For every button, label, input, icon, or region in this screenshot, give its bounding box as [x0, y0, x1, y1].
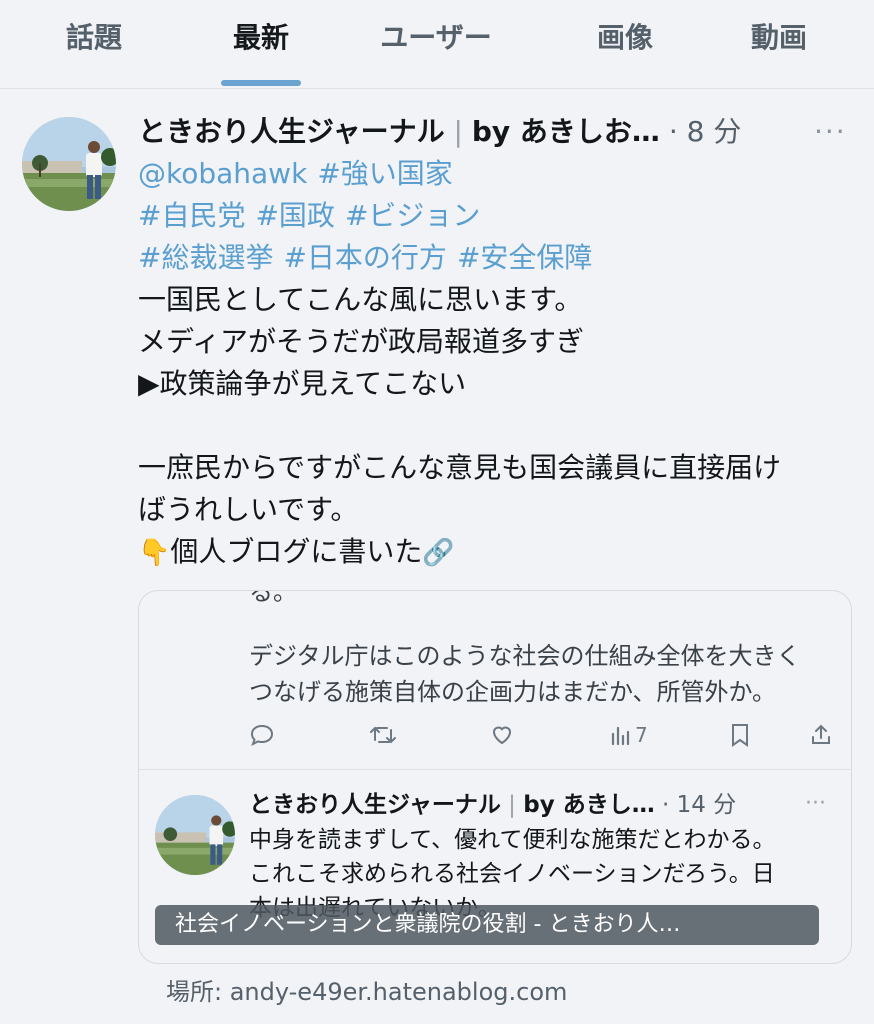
tweet-text-line: 👇個人ブログに書いた🔗 [138, 532, 455, 573]
hashtag-link[interactable]: #安全保障 [457, 241, 592, 274]
card-text-line: つなげる施策自体の企画力はまだか、所管外か。 [249, 678, 777, 706]
time-dot: · [668, 115, 678, 148]
tweet-text-line: 一庶民からですがこんな意見も国会議員に直接届け [138, 451, 782, 484]
hashtag-link[interactable]: #自民党 [138, 199, 245, 232]
reply-header: ときおり人生ジャーナル | by あきし… · 14 分 [249, 789, 736, 821]
tweet-text-line: メディアがそうだが政局報道多すぎ [138, 325, 585, 358]
more-options-icon[interactable]: ··· [814, 118, 847, 146]
views-icon [611, 726, 630, 746]
reply-text-line: これこそ求められる社会イノベーションだろう。日 [249, 861, 775, 887]
tab-videos[interactable]: 動画 [729, 20, 829, 56]
link-icon: 🔗 [422, 538, 455, 568]
hashtag-line: @kobahawk #強い国家 [138, 154, 463, 194]
author-byline[interactable]: by あきしお… [472, 115, 660, 148]
hashtag-line: #総裁選挙 #日本の行方 #安全保障 [138, 238, 602, 278]
reply-text-line: 中身を読まずして、優れて便利な施策だとわかる。 [249, 827, 776, 853]
bookmark-icon[interactable] [729, 721, 751, 749]
name-separator: | [508, 792, 516, 818]
reply-time[interactable]: 14 分 [677, 792, 737, 818]
card-divider [139, 769, 851, 770]
card-source-domain[interactable]: 場所: andy-e49er.hatenablog.com [166, 975, 567, 1009]
card-text-line: デジタル庁はこのような社会の仕組み全体を大きく [249, 642, 801, 670]
pointing-down-icon: 👇 [138, 538, 171, 568]
quoted-card[interactable]: る。 デジタル庁はこのような社会の仕組み全体を大きく つなげる施策自体の企画力は… [138, 590, 852, 964]
avatar[interactable] [22, 117, 116, 211]
author-name[interactable]: ときおり人生ジャーナル [138, 115, 445, 148]
hashtag-line: #自民党 #国政 #ビジョン [138, 196, 490, 236]
views-counter[interactable]: 7 [609, 721, 648, 749]
hashtag-link[interactable]: #強い国家 [317, 157, 452, 190]
hashtag-link[interactable]: #国政 [255, 199, 334, 232]
tweet-time[interactable]: 8 分 [687, 115, 742, 148]
share-icon[interactable] [809, 721, 833, 749]
tab-users[interactable]: ユーザー [366, 20, 506, 56]
tab-latest[interactable]: 最新 [211, 20, 311, 56]
retweet-icon[interactable] [369, 721, 397, 749]
tweet-text-line: ばうれしいです。 [138, 493, 359, 526]
like-icon[interactable] [489, 721, 515, 749]
hashtag-link[interactable]: #ビジョン [345, 199, 480, 232]
name-separator: | [453, 115, 463, 148]
reply-more-options-icon[interactable]: ··· [805, 791, 826, 816]
tweet-text-line: ▶政策論争が見えてこない [138, 367, 467, 400]
search-tabs: 話題 最新 ユーザー 画像 動画 [0, 0, 874, 89]
link-card-caption[interactable]: 社会イノベーションと衆議院の役割 - ときおり人… [155, 905, 819, 945]
reply-author-name[interactable]: ときおり人生ジャーナル [249, 792, 501, 818]
mention-link[interactable]: @kobahawk [138, 157, 307, 190]
tab-topics[interactable]: 話題 [44, 20, 144, 56]
reply-author-byline[interactable]: by あきし… [523, 792, 654, 818]
hashtag-link[interactable]: #総裁選挙 [138, 241, 273, 274]
tweet-header: ときおり人生ジャーナル | by あきしお… · 8 分 [138, 112, 741, 152]
tab-images[interactable]: 画像 [575, 20, 675, 56]
hashtag-link[interactable]: #日本の行方 [283, 241, 446, 274]
active-tab-indicator [221, 80, 301, 86]
blog-link-text: 個人ブログに書いた [170, 535, 423, 568]
tweet-text-line: 一国民としてこんな風に思います。 [138, 283, 583, 316]
time-dot: · [662, 792, 670, 818]
reply-avatar[interactable] [155, 795, 235, 875]
views-count: 7 [635, 723, 648, 747]
card-text-cut: る。 [249, 590, 297, 606]
reply-icon[interactable] [249, 721, 275, 749]
card-action-bar: 7 [139, 715, 851, 755]
